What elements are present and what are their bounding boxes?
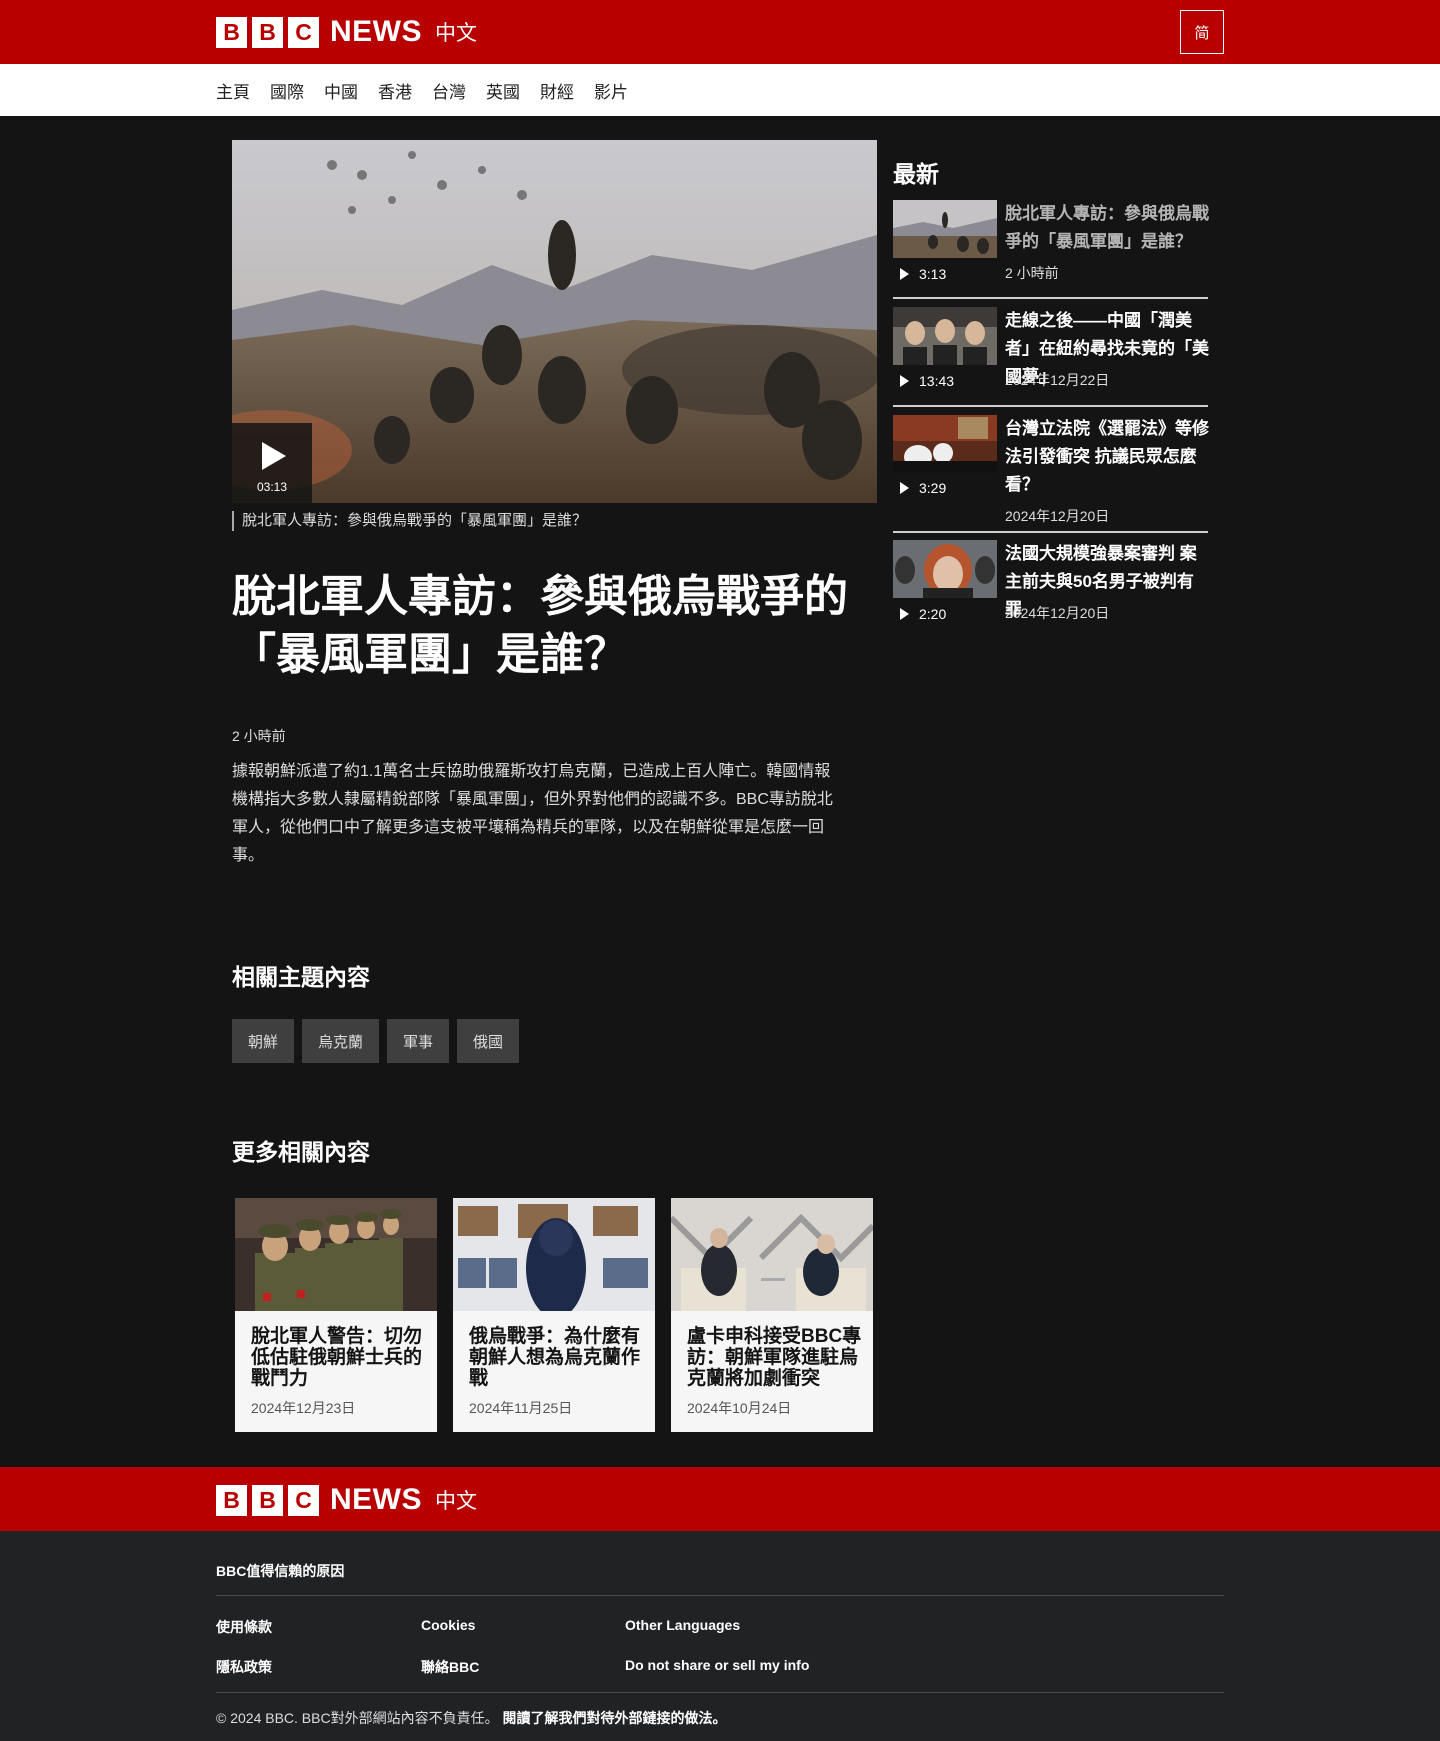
article-summary: 據報朝鮮派遣了約1.1萬名士兵協助俄羅斯攻打烏克蘭，已造成上百人陣亡。韓國情報機… bbox=[232, 763, 833, 864]
latest-item[interactable]: 2:20 法國大規模強暴案審判 案主前夫與50名男子被判有罪 2024年12月2… bbox=[893, 540, 1208, 625]
topic-tag-north-korea[interactable]: 朝鮮 bbox=[232, 1019, 295, 1063]
latest-item-date: 2024年12月22日 bbox=[1005, 372, 1110, 388]
related-cards: 脫北軍人警告：切勿低估駐俄朝鮮士兵的戰鬥力 2024年12月23日 俄烏戰爭：為… bbox=[235, 1198, 873, 1432]
latest-item-play: 2:20 bbox=[900, 606, 990, 622]
footer-divider bbox=[216, 1595, 1224, 1596]
footer-divider bbox=[216, 1692, 1224, 1693]
logo-language-text: 中文 bbox=[435, 22, 477, 45]
topic-tag-military[interactable]: 軍事 bbox=[387, 1019, 450, 1063]
nav-item-china[interactable]: 中國 bbox=[324, 78, 358, 103]
logo-block-b2: B bbox=[252, 1484, 283, 1516]
play-icon bbox=[900, 608, 909, 620]
card-title: 脫北軍人警告：切勿低估駐俄朝鮮士兵的戰鬥力 bbox=[251, 1326, 423, 1389]
footer-link-terms[interactable]: 使用條款 bbox=[216, 1617, 272, 1637]
nav-item-international[interactable]: 國際 bbox=[270, 78, 304, 103]
video-caption: 脫北軍人專訪：參與俄烏戰爭的「暴風軍團」是誰？ bbox=[232, 511, 587, 531]
video-duration: 03:13 bbox=[256, 480, 288, 494]
latest-item-thumbnail bbox=[893, 415, 997, 473]
copyright-text: © 2024 BBC. BBC對外部網站內容不負責任。 bbox=[216, 1710, 499, 1726]
play-icon bbox=[900, 375, 909, 387]
article-timestamp: 2 小時前 bbox=[232, 728, 286, 744]
logo-language-text: 中文 bbox=[435, 1490, 477, 1513]
divider bbox=[893, 297, 1208, 299]
card-thumbnail-image bbox=[235, 1198, 437, 1311]
card-date: 2024年11月25日 bbox=[469, 1400, 573, 1416]
play-icon bbox=[262, 442, 286, 470]
nav-item-business[interactable]: 財經 bbox=[540, 78, 574, 103]
main-video-player[interactable]: 03:13 bbox=[232, 140, 877, 503]
play-icon bbox=[900, 268, 909, 280]
footer-link-cookies[interactable]: Cookies bbox=[421, 1617, 475, 1633]
nav-item-home[interactable]: 主頁 bbox=[216, 78, 250, 103]
related-card[interactable]: 盧卡申科接受BBC專訪：朝鮮軍隊進駐烏克蘭將加劇衝突 2024年10月24日 bbox=[671, 1198, 873, 1432]
footer-link-other-languages[interactable]: Other Languages bbox=[625, 1617, 740, 1633]
latest-section-title: 最新 bbox=[893, 161, 939, 187]
related-card[interactable]: 脫北軍人警告：切勿低估駐俄朝鮮士兵的戰鬥力 2024年12月23日 bbox=[235, 1198, 437, 1432]
nav-item-video[interactable]: 影片 bbox=[594, 78, 628, 103]
logo-block-c: C bbox=[288, 1484, 319, 1516]
footer-copyright: © 2024 BBC. BBC對外部網站內容不負責任。 閱讀了解我們對待外部鏈接… bbox=[216, 1708, 726, 1728]
footer-bbc-news-logo[interactable]: B B C NEWS 中文 bbox=[216, 1483, 477, 1517]
topic-tag-russia[interactable]: 俄國 bbox=[457, 1019, 520, 1063]
latest-item-duration: 3:13 bbox=[919, 266, 947, 282]
external-links-policy-link[interactable]: 閱讀了解我們對待外部鏈接的做法。 bbox=[502, 1710, 726, 1726]
latest-item-thumbnail bbox=[893, 200, 997, 258]
latest-item-play: 3:13 bbox=[900, 266, 990, 282]
nav-item-hongkong[interactable]: 香港 bbox=[378, 78, 412, 103]
bbc-news-logo[interactable]: B B C NEWS 中文 bbox=[216, 15, 477, 49]
latest-item-duration: 13:43 bbox=[919, 373, 955, 389]
card-title: 俄烏戰爭：為什麼有朝鮮人想為烏克蘭作戰 bbox=[469, 1326, 641, 1389]
logo-block-b2: B bbox=[252, 16, 283, 48]
video-play-button[interactable]: 03:13 bbox=[232, 423, 312, 503]
video-thumbnail-image bbox=[232, 140, 877, 503]
latest-item-duration: 3:29 bbox=[919, 480, 947, 496]
logo-block-b1: B bbox=[216, 1484, 247, 1516]
card-thumbnail-image bbox=[671, 1198, 873, 1311]
latest-item-thumbnail bbox=[893, 307, 997, 365]
divider bbox=[893, 531, 1208, 533]
latest-item-date: 2024年12月20日 bbox=[1005, 508, 1110, 524]
footer-trust-link[interactable]: BBC值得信賴的原因 bbox=[216, 1561, 344, 1581]
card-date: 2024年10月24日 bbox=[687, 1400, 792, 1416]
latest-item-play: 13:43 bbox=[900, 373, 990, 389]
related-card[interactable]: 俄烏戰爭：為什麼有朝鮮人想為烏克蘭作戰 2024年11月25日 bbox=[453, 1198, 655, 1432]
latest-item-date: 2024年12月20日 bbox=[1005, 605, 1110, 621]
latest-item-thumbnail bbox=[893, 540, 997, 598]
logo-block-c: C bbox=[288, 16, 319, 48]
logo-news-text: NEWS bbox=[330, 1483, 422, 1516]
logo-block-b1: B bbox=[216, 16, 247, 48]
latest-item-title: 台灣立法院《選罷法》等修法引發衝突 抗議民眾怎麼看？ bbox=[1005, 419, 1209, 494]
simplified-chinese-toggle-button[interactable]: 简 bbox=[1180, 10, 1224, 54]
divider bbox=[893, 405, 1208, 407]
card-thumbnail-image bbox=[453, 1198, 655, 1311]
nav-item-taiwan[interactable]: 台灣 bbox=[432, 78, 466, 103]
related-topics-title: 相關主題內容 bbox=[232, 964, 370, 990]
latest-item-play: 3:29 bbox=[900, 480, 990, 496]
play-icon bbox=[900, 482, 909, 494]
more-content-title: 更多相關內容 bbox=[232, 1139, 370, 1165]
logo-news-text: NEWS bbox=[330, 15, 422, 48]
main-navigation: 主頁 國際 中國 香港 台灣 英國 財經 影片 bbox=[0, 64, 1440, 116]
footer: BBC值得信賴的原因 使用條款 Cookies Other Languages … bbox=[0, 1531, 1440, 1741]
top-bar: B B C NEWS 中文 简 bbox=[0, 0, 1440, 64]
footer-link-do-not-sell[interactable]: Do not share or sell my info bbox=[625, 1657, 809, 1673]
footer-brand-bar: B B C NEWS 中文 bbox=[0, 1467, 1440, 1531]
latest-item[interactable]: 13:43 走線之後——中國「潤美者」在紐約尋找未竟的「美國夢」 2024年12… bbox=[893, 307, 1209, 392]
nav-item-uk[interactable]: 英國 bbox=[486, 78, 520, 103]
latest-item-date: 2 小時前 bbox=[1005, 265, 1059, 281]
card-date: 2024年12月23日 bbox=[251, 1400, 356, 1416]
topic-tags: 朝鮮 烏克蘭 軍事 俄國 bbox=[232, 1019, 520, 1063]
footer-link-contact[interactable]: 聯絡BBC bbox=[421, 1657, 479, 1677]
latest-item[interactable]: 3:29 台灣立法院《選罷法》等修法引發衝突 抗議民眾怎麼看？ 2024年12月… bbox=[893, 415, 1209, 525]
latest-item-title: 脫北軍人專訪：參與俄烏戰爭的「暴風軍團」是誰？ bbox=[1005, 204, 1209, 251]
article-headline: 脫北軍人專訪：參與俄烏戰爭的「暴風軍團」是誰？ bbox=[232, 572, 848, 679]
card-title: 盧卡申科接受BBC專訪：朝鮮軍隊進駐烏克蘭將加劇衝突 bbox=[687, 1326, 862, 1389]
footer-link-privacy[interactable]: 隱私政策 bbox=[216, 1657, 272, 1677]
latest-item-duration: 2:20 bbox=[919, 606, 947, 622]
topic-tag-ukraine[interactable]: 烏克蘭 bbox=[302, 1019, 380, 1063]
latest-item[interactable]: 3:13 脫北軍人專訪：參與俄烏戰爭的「暴風軍團」是誰？ 2 小時前 bbox=[893, 200, 1209, 285]
